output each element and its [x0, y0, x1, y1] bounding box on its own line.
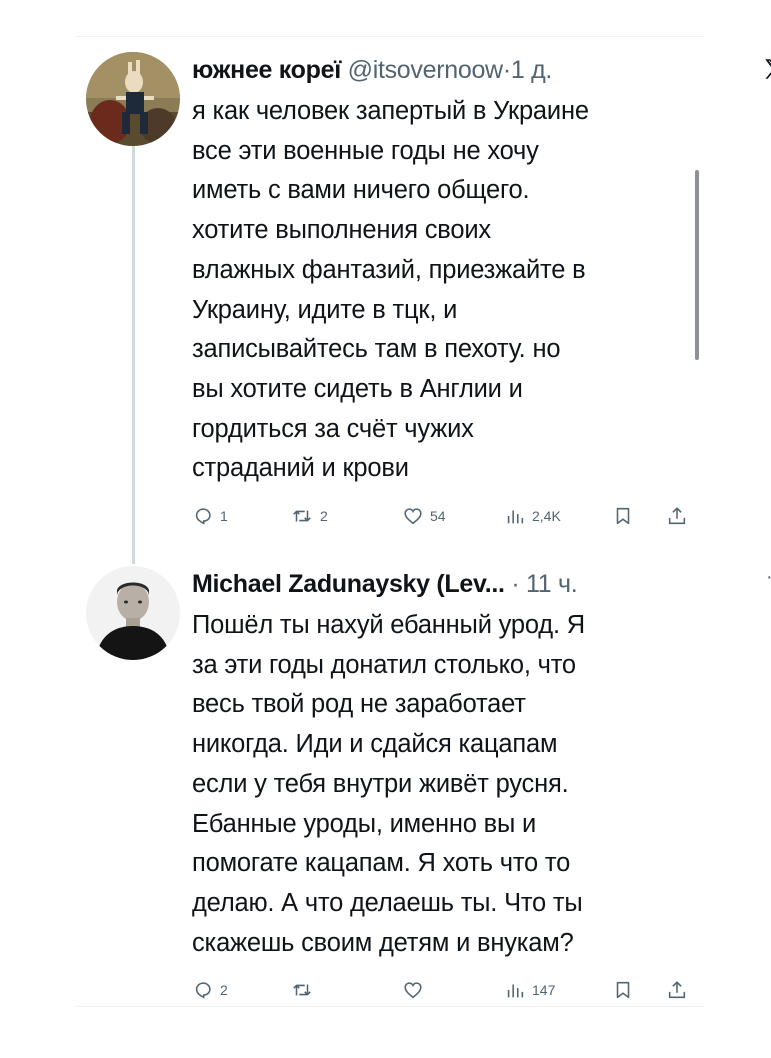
reply-count: 1 [220, 508, 228, 525]
display-name[interactable]: южнее кореї [192, 56, 341, 84]
repost-button[interactable]: 2 [290, 501, 328, 531]
timestamp[interactable]: 11 ч. [526, 570, 578, 598]
tweet-header: Michael Zadunaysky (Lev... · 11 ч. [192, 566, 690, 602]
avatar[interactable] [86, 566, 180, 660]
reply-icon [195, 508, 211, 525]
share-icon [668, 981, 686, 999]
share-button[interactable] [666, 975, 688, 1005]
views-count: 147 [532, 982, 556, 999]
tweet-text: я как человек запертый в Украине все эти… [192, 97, 589, 483]
like-icon [404, 982, 422, 999]
bottom-divider [76, 1006, 704, 1007]
action-bar: 2 147 [192, 975, 690, 1005]
tweet-content: Michael Zadunaysky (Lev... · 11 ч. ··· П… [192, 566, 771, 1005]
bookmark-icon [616, 507, 630, 525]
thread-connector-line [132, 146, 135, 564]
like-count: 54 [430, 508, 446, 525]
separator-dot: · [511, 570, 520, 598]
separator-dot: · [502, 56, 511, 84]
tweet-header: южнее кореї @itsovernoow·1 д. [192, 52, 690, 88]
top-divider [76, 36, 704, 37]
avatar[interactable] [86, 52, 180, 146]
action-bar: 1 2 54 2,4K [192, 501, 690, 531]
tweet-text: Пошёл ты нахуй ебанный урод. Я за эти го… [192, 611, 585, 957]
reply-count: 2 [220, 982, 228, 999]
views-button[interactable]: 2,4K [504, 501, 561, 531]
like-button[interactable] [402, 975, 430, 1005]
bookmark-button[interactable] [612, 501, 634, 531]
x-logo-icon[interactable] [762, 56, 771, 84]
repost-button[interactable] [290, 975, 320, 1005]
share-icon [668, 507, 686, 525]
timestamp[interactable]: 1 д. [511, 56, 552, 84]
repost-icon [293, 510, 311, 522]
scrollbar[interactable] [695, 170, 699, 360]
bookmark-button[interactable] [612, 975, 634, 1005]
repost-icon [293, 984, 311, 996]
tweet-content: южнее кореї @itsovernoow·1 д. я как чело… [192, 52, 771, 531]
like-icon [404, 508, 422, 525]
repost-count: 2 [320, 508, 328, 525]
bookmark-icon [616, 982, 630, 999]
reply-button[interactable]: 1 [192, 501, 228, 531]
like-button[interactable]: 54 [402, 501, 446, 531]
views-button[interactable]: 147 [504, 975, 555, 1005]
share-button[interactable] [666, 501, 688, 531]
views-count: 2,4K [532, 508, 561, 525]
handle[interactable]: @itsovernoow [348, 56, 503, 84]
reply-button[interactable]: 2 [192, 975, 228, 1005]
views-icon [507, 510, 524, 524]
views-icon [507, 984, 524, 998]
display-name[interactable]: Michael Zadunaysky (Lev... [192, 570, 505, 598]
reply-icon [195, 982, 211, 999]
more-icon[interactable]: ··· [766, 566, 771, 589]
